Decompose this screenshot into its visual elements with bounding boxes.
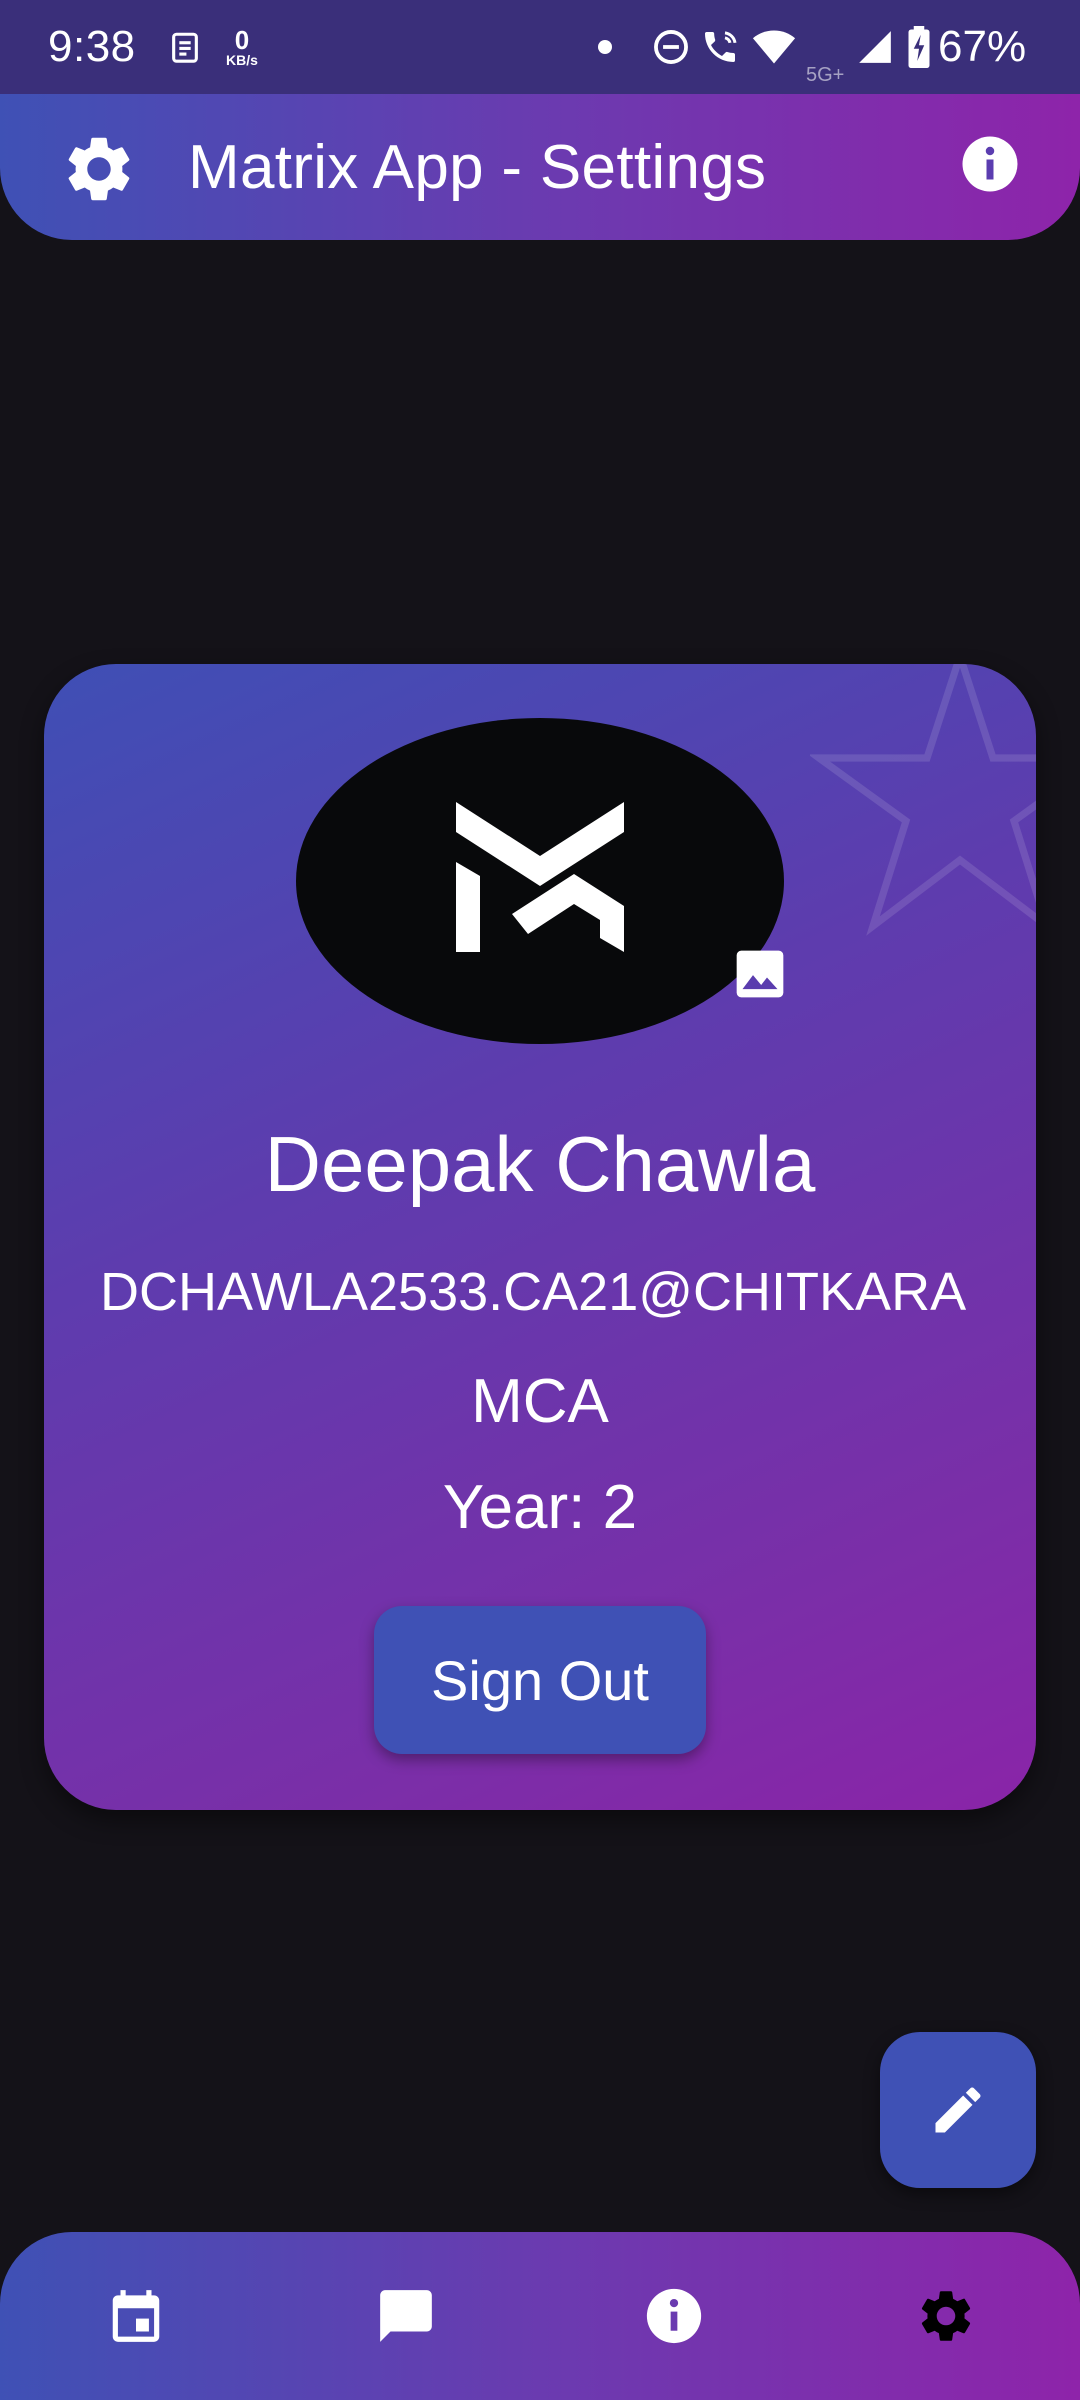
info-icon [646, 2288, 702, 2344]
do-not-disturb-icon [652, 0, 690, 94]
edit-pencil-icon [935, 2087, 981, 2133]
settings-gear-icon [921, 2291, 971, 2341]
settings-gear-icon [60, 130, 138, 208]
network-speed-unit: KB/s [226, 52, 258, 68]
nav-item-settings[interactable] [866, 2232, 1026, 2400]
profile-course: MCA [471, 1367, 609, 1436]
cell-signal-icon [856, 0, 894, 94]
bottom-navigation [0, 2232, 1080, 2400]
notification-dot-icon [598, 0, 612, 94]
clipboard-icon [168, 0, 202, 94]
nav-item-chat[interactable] [326, 2232, 486, 2400]
status-bar: 9:38 0 KB/s 5G+ 67% [0, 0, 1080, 94]
calendar-icon [112, 2290, 160, 2342]
profile-email: DCHAWLA2533.CA21@CHITKARA [100, 1262, 967, 1322]
wifi-calling-icon [700, 0, 740, 94]
battery-percent: 67% [938, 22, 1027, 71]
matrix-logo-icon [454, 802, 626, 952]
battery-charging-icon [906, 0, 932, 94]
profile-year: Year: 2 [442, 1473, 638, 1542]
profile-name: Deepak Chawla [264, 1120, 816, 1208]
profile-card: Deepak Chawla DCHAWLA2533.CA21@CHITKARA … [44, 664, 1036, 1810]
sign-out-button[interactable]: Sign Out [374, 1606, 706, 1754]
status-time: 9:38 [48, 22, 136, 71]
nav-item-info[interactable] [594, 2232, 754, 2400]
wifi-icon [752, 0, 796, 94]
network-speed-value: 0 [234, 25, 250, 55]
chat-icon [380, 2290, 432, 2342]
info-icon[interactable] [960, 134, 1020, 194]
page-title: Matrix App - Settings [188, 132, 767, 202]
image-icon[interactable] [732, 946, 788, 1002]
app-bar: Matrix App - Settings [0, 94, 1080, 240]
nav-item-calendar[interactable] [56, 2232, 216, 2400]
avatar[interactable] [296, 718, 784, 1044]
network-speed: 0 KB/s [226, 0, 258, 94]
edit-profile-button[interactable] [880, 2032, 1036, 2188]
star-decoration-icon [807, 664, 1036, 944]
